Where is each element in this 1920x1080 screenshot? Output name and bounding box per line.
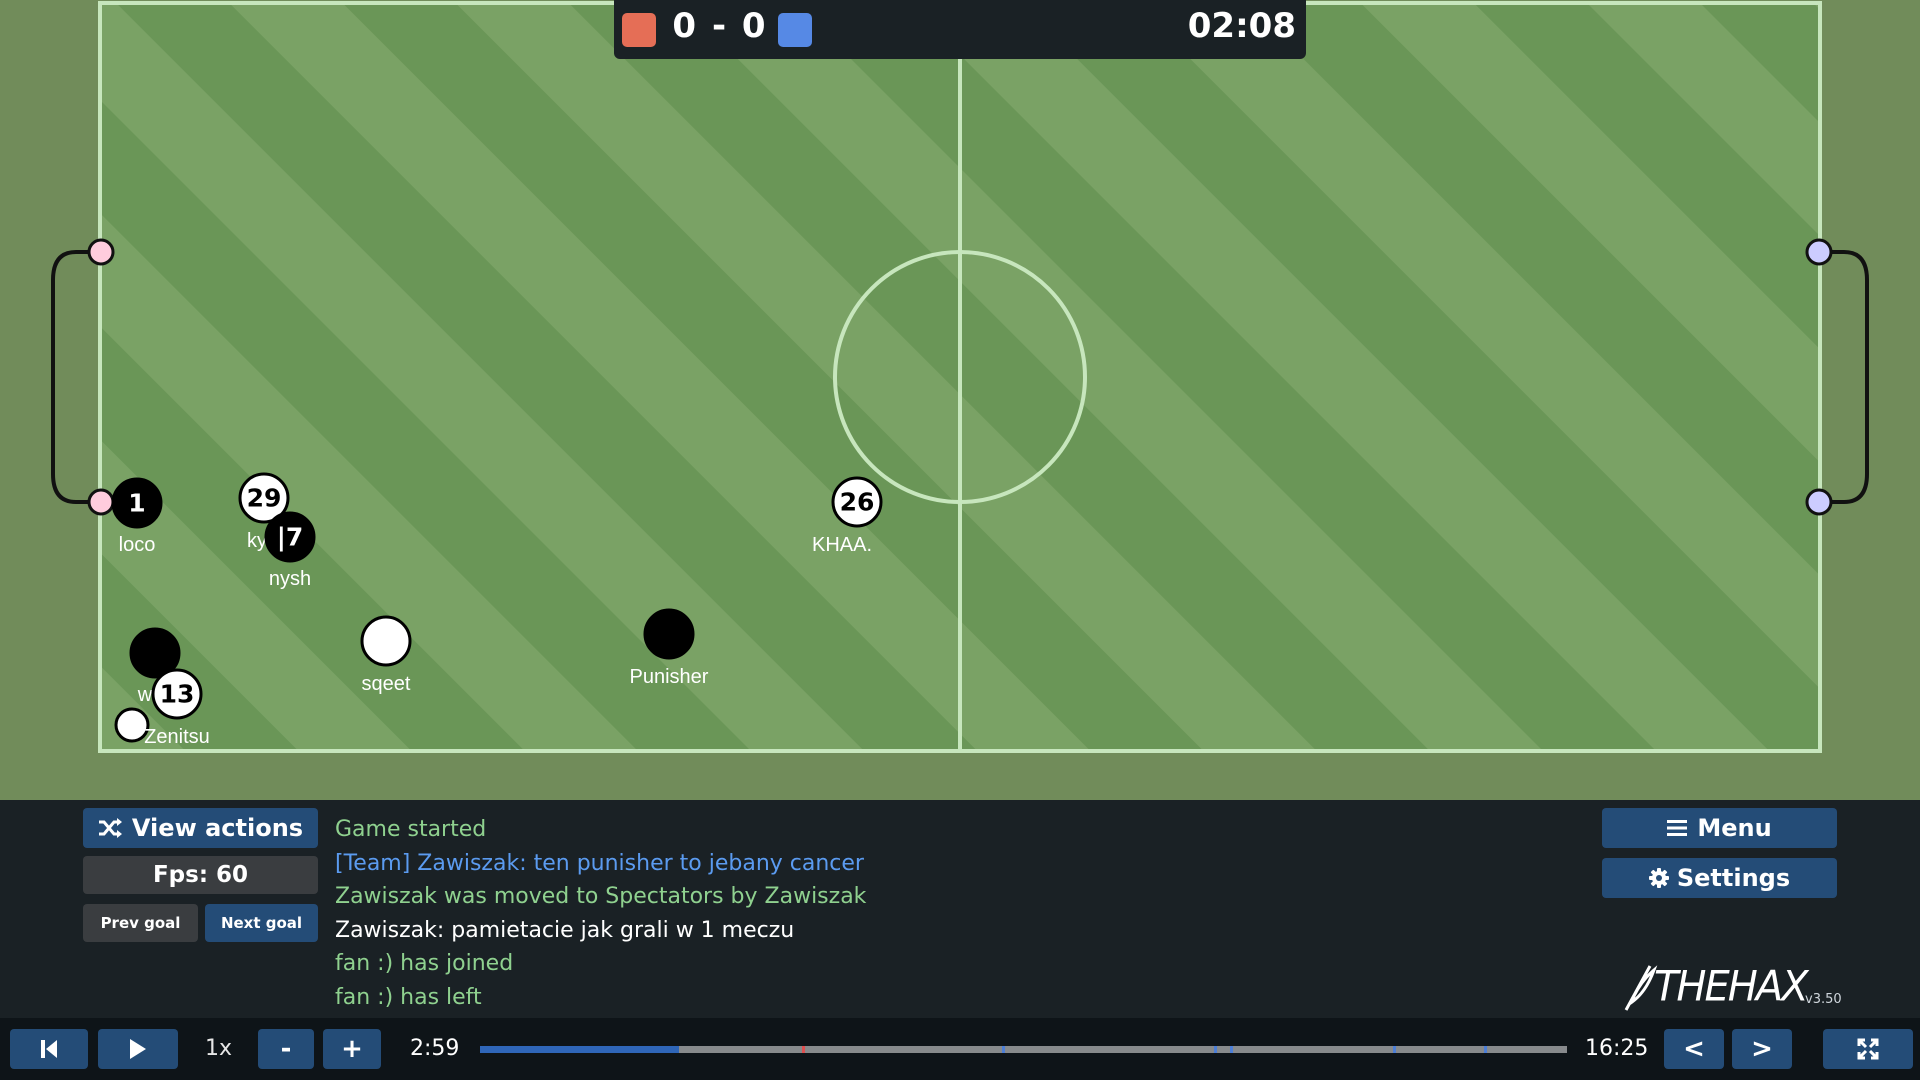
- next-button[interactable]: >: [1732, 1029, 1792, 1069]
- play-icon: [130, 1039, 146, 1059]
- player-number: 13: [160, 680, 195, 709]
- player-disc: sqeet: [360, 615, 412, 695]
- chat-message: Game started: [335, 817, 487, 842]
- red-goal-post-bottom: [87, 488, 115, 516]
- player-name: sqeet: [362, 673, 411, 695]
- logo-text: THEHAX: [1654, 962, 1809, 1012]
- fullscreen-icon: [1857, 1038, 1879, 1060]
- timeline-event-marker: [1230, 1046, 1234, 1053]
- fullscreen-button[interactable]: [1823, 1029, 1913, 1069]
- timeline-event-marker: [1484, 1046, 1488, 1053]
- blue-goal-post-bottom: [1805, 488, 1833, 516]
- total-time: 16:25: [1585, 1036, 1649, 1061]
- scoreboard: 0 - 0 02:08: [614, 0, 1306, 59]
- next-goal-button[interactable]: Next goal: [205, 904, 318, 942]
- shuffle-icon: [98, 818, 122, 838]
- chat-log: Game started [Team] Zawiszak: ten punishe…: [335, 800, 1575, 1018]
- prev-button[interactable]: <: [1664, 1029, 1724, 1069]
- red-goal-net: [51, 250, 101, 504]
- chat-message: [Team] Zawiszak: ten punisher to jebany …: [335, 850, 864, 876]
- player-disc: 1 loco: [111, 477, 163, 556]
- blue-team-indicator: [778, 13, 812, 47]
- player-disc: |7 nysh: [264, 511, 316, 590]
- game-stage: 1 loco 29 ky |7 nysh 26 KHAA. sqeet Punisher w 13 Ze…: [0, 0, 1920, 800]
- timeline-event-marker: [1393, 1046, 1397, 1053]
- player-name: Punisher: [630, 666, 709, 688]
- menu-button[interactable]: Menu: [1602, 808, 1837, 848]
- chat-message: Zawiszak: pamietacie jak grali w 1 meczu: [335, 917, 795, 943]
- red-team-indicator: [622, 13, 656, 47]
- score: 0 - 0: [666, 6, 774, 46]
- chat-message: fan :) has joined: [335, 951, 514, 976]
- player-name: loco: [119, 534, 156, 556]
- player-number: 1: [128, 489, 145, 518]
- bottom-panel: View actions Fps: 60 Prev goal Next goal…: [0, 800, 1920, 1018]
- blue-score: 0: [741, 6, 768, 46]
- player-circle: [360, 615, 412, 667]
- red-score: 0: [672, 6, 699, 46]
- player-name: Zenitsu: [144, 726, 210, 748]
- hamburger-icon: [1667, 820, 1688, 836]
- player-name: nysh: [269, 568, 311, 590]
- player-name: ky: [247, 530, 267, 552]
- timeline-scrubber[interactable]: [480, 1046, 1567, 1053]
- fps-display: Fps: 60: [83, 856, 318, 894]
- rewind-button[interactable]: [10, 1029, 88, 1069]
- playback-bar: 1x - + 2:59 16:25 < >: [0, 1018, 1920, 1080]
- speed-up-button[interactable]: +: [323, 1029, 381, 1069]
- chat-message: Zawiszak was moved to Spectators by Zawi…: [335, 884, 867, 909]
- view-actions-label: View actions: [131, 814, 304, 842]
- player-name: KHAA.: [812, 534, 872, 556]
- speed-down-button[interactable]: -: [258, 1029, 314, 1069]
- view-actions-button[interactable]: View actions: [83, 808, 318, 848]
- player-number: 26: [840, 488, 875, 517]
- player-circle: [643, 608, 695, 660]
- timeline-event-marker: [1213, 1046, 1217, 1053]
- match-clock: 02:08: [1187, 6, 1296, 46]
- prev-goal-button[interactable]: Prev goal: [83, 904, 198, 942]
- play-button[interactable]: [98, 1029, 178, 1069]
- blue-goal-post-top: [1805, 238, 1833, 266]
- logo-version: v3.50: [1805, 992, 1842, 1007]
- blue-goal-net: [1819, 250, 1869, 504]
- timeline-progress: [480, 1046, 679, 1053]
- timeline-event-marker: [1001, 1046, 1005, 1053]
- playback-speed: 1x: [205, 1036, 233, 1061]
- gear-icon: [1648, 868, 1669, 888]
- player-number: 29: [247, 484, 282, 513]
- soccer-field: 1 loco 29 ky |7 nysh 26 KHAA. sqeet Punisher w 13 Ze…: [51, 1, 1869, 753]
- skip-back-icon: [41, 1040, 57, 1058]
- player-circle: [114, 707, 150, 743]
- settings-label: Settings: [1676, 864, 1791, 892]
- thehax-logo: THEHAX v3.50: [1620, 960, 1842, 1016]
- player-name: w: [137, 684, 153, 706]
- player-number: |7: [277, 523, 304, 552]
- current-time: 2:59: [410, 1036, 460, 1061]
- chat-message: fan :) has left: [335, 984, 482, 1010]
- red-goal-post-top: [87, 238, 115, 266]
- score-separator: -: [711, 6, 729, 46]
- timeline-event-marker: [801, 1046, 805, 1053]
- menu-label: Menu: [1697, 814, 1772, 842]
- player-disc: 13: [151, 668, 203, 720]
- settings-button[interactable]: Settings: [1602, 858, 1837, 898]
